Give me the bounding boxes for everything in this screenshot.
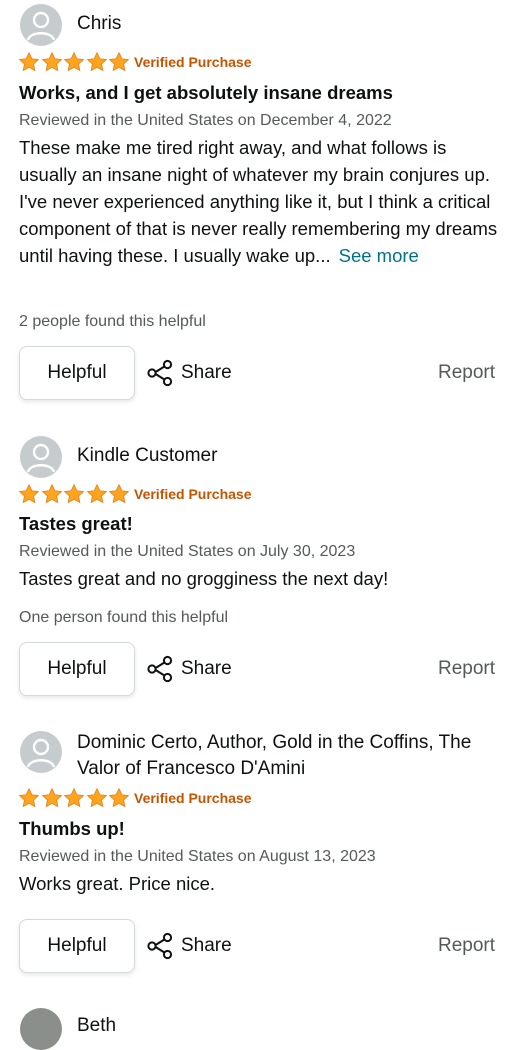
share-icon bbox=[147, 655, 173, 683]
share-icon bbox=[147, 932, 173, 960]
star-icon bbox=[86, 787, 107, 808]
reviewer-name[interactable]: Kindle Customer bbox=[77, 443, 497, 469]
report-link[interactable]: Report bbox=[438, 642, 495, 696]
avatar[interactable] bbox=[20, 436, 62, 478]
helpful-button[interactable]: Helpful bbox=[19, 919, 135, 973]
star-icon bbox=[41, 51, 62, 72]
star-icon bbox=[18, 51, 40, 72]
review-date: Reviewed in the United States on July 30… bbox=[19, 543, 356, 560]
star-icon bbox=[41, 483, 62, 504]
star-rating bbox=[18, 51, 131, 73]
star-icon bbox=[86, 483, 107, 504]
report-link[interactable]: Report bbox=[438, 346, 495, 400]
star-icon bbox=[108, 483, 130, 504]
review-date: Reviewed in the United States on Decembe… bbox=[19, 112, 392, 129]
share-button[interactable]: Share bbox=[146, 642, 232, 696]
avatar-placeholder-icon bbox=[26, 738, 56, 768]
review-body: These make me tired right away, and what… bbox=[19, 134, 499, 269]
star-icon bbox=[18, 483, 40, 504]
share-label: Share bbox=[181, 935, 232, 956]
review-title: Works, and I get absolutely insane dream… bbox=[19, 82, 393, 103]
verified-purchase-badge: Verified Purchase bbox=[134, 54, 252, 70]
review-text: These make me tired right away, and what… bbox=[19, 137, 498, 266]
avatar[interactable] bbox=[20, 4, 62, 46]
reviewer-name[interactable]: Dominic Certo, Author, Gold in the Coffi… bbox=[77, 730, 497, 782]
see-more-link[interactable]: See more bbox=[339, 245, 419, 266]
star-icon bbox=[63, 51, 85, 72]
reviewer-name[interactable]: Chris bbox=[77, 11, 497, 37]
star-rating bbox=[18, 787, 131, 809]
share-label: Share bbox=[181, 362, 232, 383]
report-link[interactable]: Report bbox=[438, 919, 495, 973]
helpful-button[interactable]: Helpful bbox=[19, 642, 135, 696]
star-icon bbox=[86, 51, 107, 72]
star-icon bbox=[18, 787, 40, 808]
verified-purchase-badge: Verified Purchase bbox=[134, 486, 252, 502]
review-body: Tastes great and no grogginess the next … bbox=[19, 568, 389, 589]
share-label: Share bbox=[181, 658, 232, 679]
review-body: Works great. Price nice. bbox=[19, 873, 216, 894]
helpful-count: One person found this helpful bbox=[19, 609, 229, 626]
helpful-count: 2 people found this helpful bbox=[19, 313, 206, 330]
star-icon bbox=[63, 787, 85, 808]
avatar[interactable] bbox=[20, 1008, 62, 1050]
star-icon bbox=[63, 483, 85, 504]
review-title: Thumbs up! bbox=[19, 818, 125, 839]
reviewer-name[interactable]: Beth bbox=[77, 1013, 116, 1039]
share-button[interactable]: Share bbox=[146, 919, 232, 973]
avatar[interactable] bbox=[20, 731, 62, 773]
star-icon bbox=[41, 787, 62, 808]
helpful-button[interactable]: Helpful bbox=[19, 346, 135, 400]
verified-purchase-badge: Verified Purchase bbox=[134, 790, 252, 806]
avatar-placeholder-icon bbox=[26, 443, 56, 473]
star-icon bbox=[108, 51, 130, 72]
review-date: Reviewed in the United States on August … bbox=[19, 848, 376, 865]
star-icon bbox=[108, 787, 130, 808]
share-icon bbox=[147, 359, 173, 387]
share-button[interactable]: Share bbox=[146, 346, 232, 400]
review-title: Tastes great! bbox=[19, 513, 133, 534]
avatar-placeholder-icon bbox=[26, 11, 56, 41]
star-rating bbox=[18, 483, 131, 505]
